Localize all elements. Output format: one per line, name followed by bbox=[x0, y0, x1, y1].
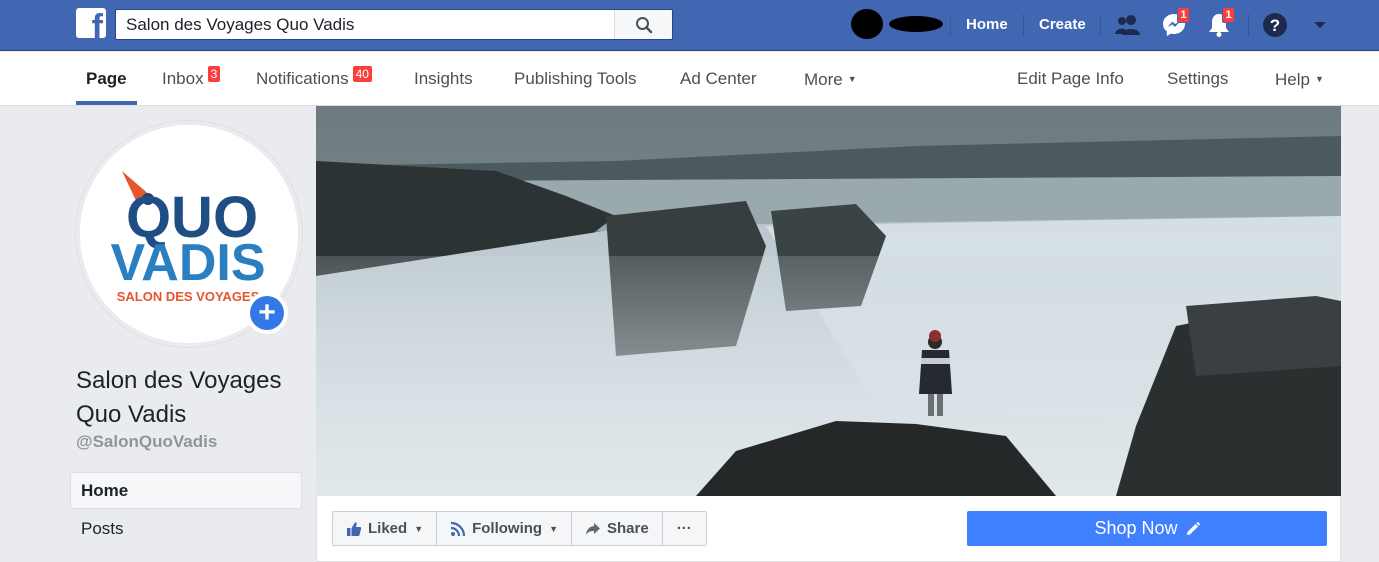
page-navigation: Page Inbox 3 Notifications 40 Insights Pub… bbox=[0, 52, 1379, 106]
tab-notifications[interactable]: Notifications 40 bbox=[256, 52, 372, 106]
sidebar-item-home[interactable]: Home bbox=[70, 472, 302, 509]
liked-button[interactable]: Liked ▼ bbox=[333, 512, 438, 545]
rss-feed-icon bbox=[450, 521, 466, 536]
search-box bbox=[115, 9, 673, 40]
caret-down-icon: ▼ bbox=[549, 523, 559, 534]
tab-page[interactable]: Page bbox=[86, 52, 127, 106]
more-options-icon: ··· bbox=[676, 520, 692, 537]
share-arrow-icon bbox=[586, 522, 601, 535]
logo-tagline: SALON DES VOYAGES bbox=[117, 289, 260, 304]
facebook-logo-icon[interactable]: f bbox=[76, 8, 106, 38]
divider bbox=[950, 14, 951, 36]
redacted-avatar[interactable] bbox=[851, 9, 883, 39]
inbox-badge: 3 bbox=[207, 66, 221, 82]
tab-insights[interactable]: Insights bbox=[414, 52, 473, 106]
share-button[interactable]: Share bbox=[572, 512, 663, 545]
thumbs-up-icon bbox=[347, 521, 362, 536]
sidebar-item-posts[interactable]: Posts bbox=[81, 519, 124, 539]
tab-inbox-label: Inbox bbox=[162, 69, 204, 88]
active-tab-indicator bbox=[76, 101, 137, 105]
friend-requests-icon[interactable] bbox=[1113, 10, 1143, 40]
update-profile-photo-button[interactable]: + bbox=[246, 292, 288, 334]
help-menu[interactable]: Help ▼ bbox=[1275, 52, 1324, 106]
caret-down-icon: ▼ bbox=[1314, 74, 1324, 84]
account-menu-chevron-icon[interactable] bbox=[1305, 10, 1335, 40]
tab-inbox[interactable]: Inbox 3 bbox=[162, 52, 221, 106]
search-input[interactable] bbox=[116, 10, 616, 39]
following-button[interactable]: Following ▼ bbox=[437, 512, 573, 545]
tab-more-label: More bbox=[804, 70, 843, 89]
search-button[interactable] bbox=[614, 10, 672, 39]
following-label: Following bbox=[472, 520, 543, 537]
cover-photo[interactable] bbox=[316, 106, 1341, 496]
page-actions-group: Liked ▼ Following ▼ Share ··· bbox=[332, 511, 707, 546]
help-icon[interactable]: ? bbox=[1260, 10, 1290, 40]
tab-page-label: Page bbox=[86, 69, 127, 88]
redacted-username[interactable] bbox=[889, 16, 943, 32]
notifications-badge: 1 bbox=[1222, 7, 1235, 23]
tab-notifications-label: Notifications bbox=[256, 69, 349, 88]
page-title-line-1: Salon des Voyages bbox=[76, 367, 282, 394]
svg-text:?: ? bbox=[1270, 16, 1280, 35]
edit-page-info-link[interactable]: Edit Page Info bbox=[1017, 52, 1124, 106]
tab-ad-center[interactable]: Ad Center bbox=[680, 52, 757, 106]
create-link[interactable]: Create bbox=[1027, 0, 1098, 51]
search-icon bbox=[635, 16, 652, 33]
plus-icon: + bbox=[250, 296, 284, 330]
page-title-line-2: Quo Vadis bbox=[76, 401, 187, 428]
shop-now-label: Shop Now bbox=[1094, 518, 1178, 538]
divider bbox=[1248, 14, 1249, 36]
liked-label: Liked bbox=[368, 520, 408, 537]
divider bbox=[1023, 14, 1024, 36]
help-menu-label: Help bbox=[1275, 70, 1310, 89]
page-title: Salon des Voyages Quo Vadis bbox=[76, 364, 316, 432]
pencil-edit-icon bbox=[1186, 521, 1200, 535]
share-label: Share bbox=[607, 520, 649, 537]
tab-publishing-tools[interactable]: Publishing Tools bbox=[514, 52, 637, 106]
top-navigation-bar: f Home Create 1 bbox=[0, 0, 1379, 51]
caret-down-icon: ▼ bbox=[847, 74, 857, 84]
page-username[interactable]: @SalonQuoVadis bbox=[76, 432, 217, 452]
page-action-bar: Liked ▼ Following ▼ Share ··· Shop Now bbox=[316, 496, 1341, 562]
shop-now-button[interactable]: Shop Now bbox=[967, 511, 1327, 546]
settings-link[interactable]: Settings bbox=[1167, 52, 1228, 106]
waterfall-cover-image bbox=[316, 106, 1341, 496]
more-options-button[interactable]: ··· bbox=[663, 512, 706, 545]
home-link[interactable]: Home bbox=[954, 0, 1020, 51]
notifications-count-badge: 40 bbox=[352, 66, 372, 82]
tab-more[interactable]: More ▼ bbox=[804, 52, 857, 106]
caret-down-icon: ▼ bbox=[414, 523, 424, 534]
divider bbox=[1100, 14, 1101, 36]
messenger-badge: 1 bbox=[1177, 7, 1190, 23]
logo-line-2: VADIS bbox=[110, 234, 265, 292]
